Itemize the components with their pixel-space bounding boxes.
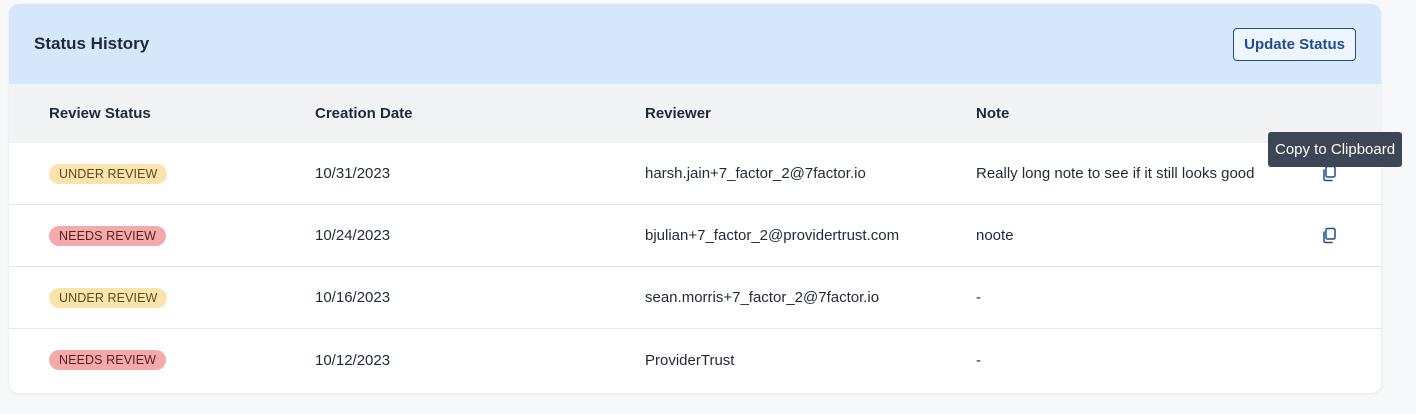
table-row: NEEDS REVIEW 10/24/2023 bjulian+7_factor…	[9, 205, 1381, 267]
column-header-reviewer: Reviewer	[645, 105, 711, 122]
status-history-card: Status History Update Status Review Stat…	[9, 4, 1381, 393]
status-cell: UNDER REVIEW	[9, 287, 315, 308]
note-cell: Really long note to see if it still look…	[976, 165, 1255, 182]
date-cell: 10/31/2023	[315, 165, 391, 182]
table-header: Review Status Creation Date Reviewer Not…	[9, 84, 1381, 143]
copy-note-button[interactable]	[1318, 225, 1340, 247]
reviewer-cell: harsh.jain+7_factor_2@7factor.io	[645, 165, 866, 182]
column-header-review-status: Review Status	[49, 105, 151, 122]
table-body: UNDER REVIEW 10/31/2023 harsh.jain+7_fac…	[9, 143, 1381, 391]
actions-cell	[1276, 225, 1381, 247]
note-cell: -	[976, 351, 981, 369]
column-header-creation-date: Creation Date	[315, 105, 413, 122]
date-cell: 10/12/2023	[315, 351, 391, 369]
status-badge: NEEDS REVIEW	[49, 225, 167, 246]
date-cell: 10/16/2023	[315, 289, 391, 306]
copy-tooltip: Copy to Clipboard	[1268, 132, 1403, 167]
status-cell: UNDER REVIEW	[9, 163, 315, 184]
card-title: Status History	[34, 34, 150, 53]
table-row: UNDER REVIEW 10/16/2023 sean.morris+7_fa…	[9, 267, 1381, 329]
note-cell: -	[976, 289, 981, 306]
table-row: NEEDS REVIEW 10/12/2023 ProviderTrust -	[9, 329, 1381, 391]
card-header: Status History Update Status	[9, 4, 1381, 84]
status-cell: NEEDS REVIEW	[9, 350, 315, 370]
status-badge: UNDER REVIEW	[49, 287, 168, 308]
reviewer-cell: sean.morris+7_factor_2@7factor.io	[645, 289, 880, 306]
status-cell: NEEDS REVIEW	[9, 225, 315, 246]
update-status-button[interactable]: Update Status	[1233, 27, 1356, 61]
status-badge: UNDER REVIEW	[49, 163, 168, 184]
column-header-note: Note	[976, 105, 1010, 122]
note-cell: noote	[976, 227, 1014, 244]
copy-icon	[1322, 165, 1336, 182]
date-cell: 10/24/2023	[315, 227, 391, 244]
table-row: UNDER REVIEW 10/31/2023 harsh.jain+7_fac…	[9, 143, 1381, 205]
status-badge: NEEDS REVIEW	[49, 350, 167, 370]
reviewer-cell: ProviderTrust	[645, 351, 735, 369]
reviewer-cell: bjulian+7_factor_2@providertrust.com	[645, 227, 900, 244]
copy-icon	[1322, 227, 1336, 244]
